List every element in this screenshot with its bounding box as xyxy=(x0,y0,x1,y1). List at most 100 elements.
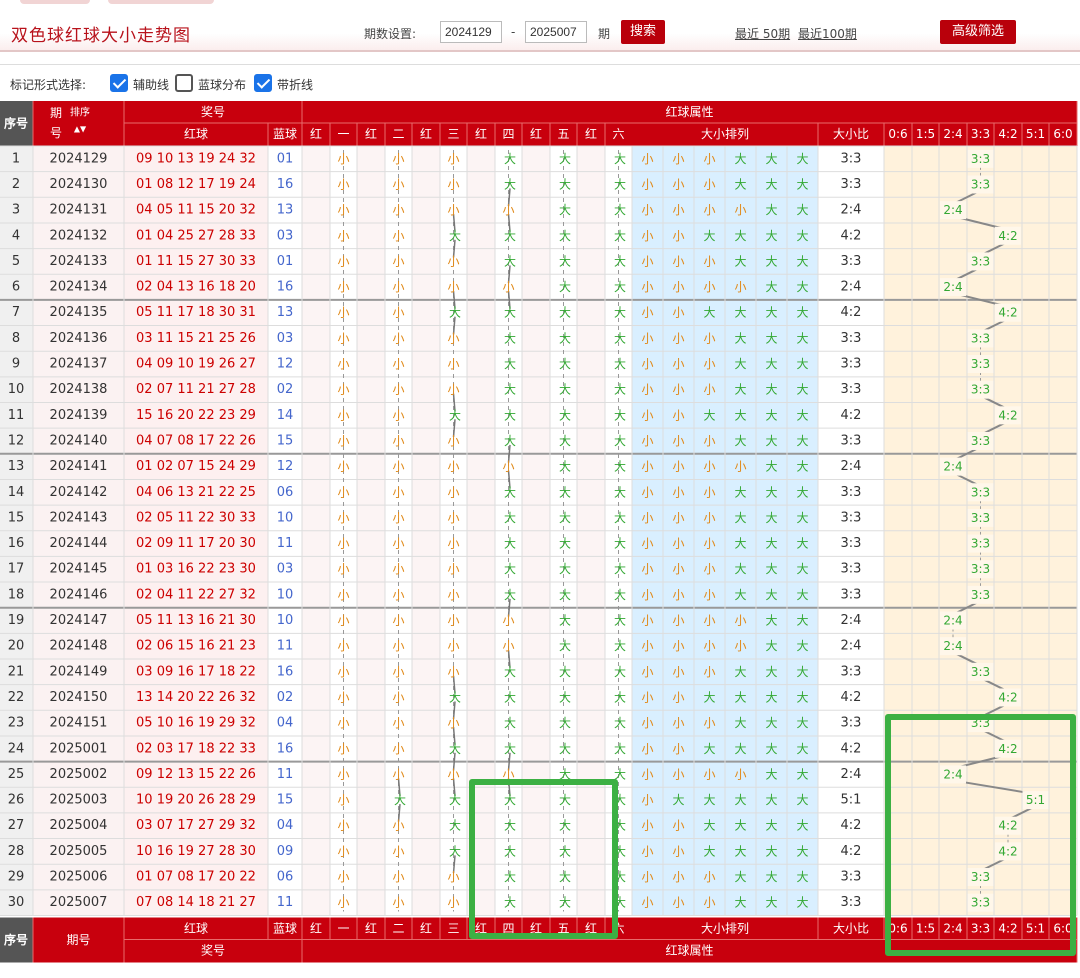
seq-number: 29 xyxy=(8,870,25,885)
position-cell xyxy=(467,633,495,659)
order-value: 小 xyxy=(734,614,746,628)
position-cell xyxy=(302,325,330,352)
position-cell xyxy=(357,402,385,429)
position-value: 小 xyxy=(337,152,349,166)
blue-ball: 01 xyxy=(277,254,294,269)
position-cell xyxy=(357,171,385,198)
position-value: 小 xyxy=(447,383,459,397)
order-value: 大 xyxy=(765,665,777,679)
seq-number: 6 xyxy=(12,280,20,295)
ratio-marker: 2:4 xyxy=(943,639,962,653)
order-value: 小 xyxy=(641,383,653,397)
order-value: 大 xyxy=(734,485,746,499)
position-value: 小 xyxy=(337,690,349,704)
ratio-marker: 2:4 xyxy=(943,280,962,294)
page-title: 双色球红球大小走势图 xyxy=(11,26,191,46)
size-ratio: 4:2 xyxy=(841,844,862,859)
position-cell xyxy=(577,325,605,352)
period-to-input[interactable] xyxy=(525,21,587,43)
order-value: 大 xyxy=(765,177,777,191)
polyline-checkbox[interactable] xyxy=(254,74,272,92)
guide-line-checkbox[interactable] xyxy=(110,74,128,92)
issue-number: 2025006 xyxy=(50,870,108,885)
blue-ball: 11 xyxy=(277,536,294,551)
position-value: 大 xyxy=(449,229,461,243)
position-value: 大 xyxy=(559,229,571,243)
order-value: 小 xyxy=(703,383,715,397)
position-cell xyxy=(412,428,440,454)
position-value: 小 xyxy=(502,280,514,294)
position-footer: 一 xyxy=(337,922,349,936)
position-header: 二 xyxy=(392,127,404,141)
period-from-input[interactable] xyxy=(440,21,502,43)
position-value: 大 xyxy=(559,460,571,474)
size-ratio: 4:2 xyxy=(841,228,862,243)
position-cell xyxy=(522,735,550,762)
position-cell xyxy=(467,376,495,403)
position-cell xyxy=(412,735,440,762)
position-cell xyxy=(357,146,385,172)
order-value: 小 xyxy=(734,203,746,217)
size-ratio: 2:4 xyxy=(841,767,862,782)
position-value: 大 xyxy=(559,742,571,756)
ratio-col-header: 3:3 xyxy=(971,127,990,141)
order-value: 小 xyxy=(672,767,684,781)
position-value: 大 xyxy=(614,537,626,551)
position-cell xyxy=(467,607,495,634)
position-value: 小 xyxy=(392,588,404,602)
order-value: 大 xyxy=(734,306,746,320)
red-balls: 01 11 15 27 30 33 xyxy=(136,254,256,269)
position-value: 大 xyxy=(559,152,571,166)
blue-distribution-checkbox[interactable] xyxy=(175,74,193,92)
order-value: 大 xyxy=(796,460,808,474)
order-value: 大 xyxy=(734,870,746,884)
position-value: 大 xyxy=(614,434,626,448)
position-value: 小 xyxy=(392,896,404,910)
position-cell xyxy=(522,171,550,198)
order-value: 大 xyxy=(796,716,808,730)
top-tab-stub xyxy=(20,0,90,4)
order-value: 大 xyxy=(734,896,746,910)
blue-ball-header: 蓝球 xyxy=(273,127,297,141)
order-value: 小 xyxy=(641,511,653,525)
position-value: 大 xyxy=(559,280,571,294)
red-balls: 04 05 11 15 20 32 xyxy=(136,203,256,218)
order-value: 大 xyxy=(765,485,777,499)
order-value: 小 xyxy=(703,485,715,499)
position-value: 小 xyxy=(447,434,459,448)
blue-ball: 09 xyxy=(277,844,294,859)
issue-header: 期 xyxy=(50,106,62,120)
order-value: 大 xyxy=(703,408,715,422)
position-cell xyxy=(302,197,330,223)
position-cell xyxy=(302,582,330,608)
size-ratio: 2:4 xyxy=(841,459,862,474)
position-value: 大 xyxy=(614,588,626,602)
order-value: 大 xyxy=(765,229,777,243)
position-cell xyxy=(522,659,550,685)
position-value: 大 xyxy=(504,537,516,551)
position-cell xyxy=(302,530,330,557)
order-value: 大 xyxy=(703,742,715,756)
issue-header: 号 xyxy=(50,126,62,140)
issue-number: 2024130 xyxy=(50,177,108,192)
seq-number: 7 xyxy=(12,305,20,320)
recent-100-link[interactable]: 最近100期 xyxy=(798,25,857,42)
position-cell xyxy=(577,197,605,223)
position-cell xyxy=(302,402,330,429)
advanced-filter-button[interactable]: 高级筛选 xyxy=(940,20,1016,44)
search-button[interactable]: 搜索 xyxy=(621,20,665,44)
issue-number: 2024129 xyxy=(50,151,108,166)
order-header: 大小排列 xyxy=(701,127,749,141)
position-cell xyxy=(577,376,605,403)
position-value: 大 xyxy=(614,306,626,320)
position-value: 小 xyxy=(447,460,459,474)
order-value: 大 xyxy=(765,588,777,602)
position-cell xyxy=(412,556,440,583)
ratio-grid-cell xyxy=(884,633,1077,659)
recent-50-link[interactable]: 最近 50期 xyxy=(735,25,790,42)
order-value: 大 xyxy=(734,716,746,730)
position-cell xyxy=(522,274,550,300)
order-value: 大 xyxy=(796,690,808,704)
seq-number: 24 xyxy=(8,741,25,756)
position-value: 大 xyxy=(504,511,516,525)
